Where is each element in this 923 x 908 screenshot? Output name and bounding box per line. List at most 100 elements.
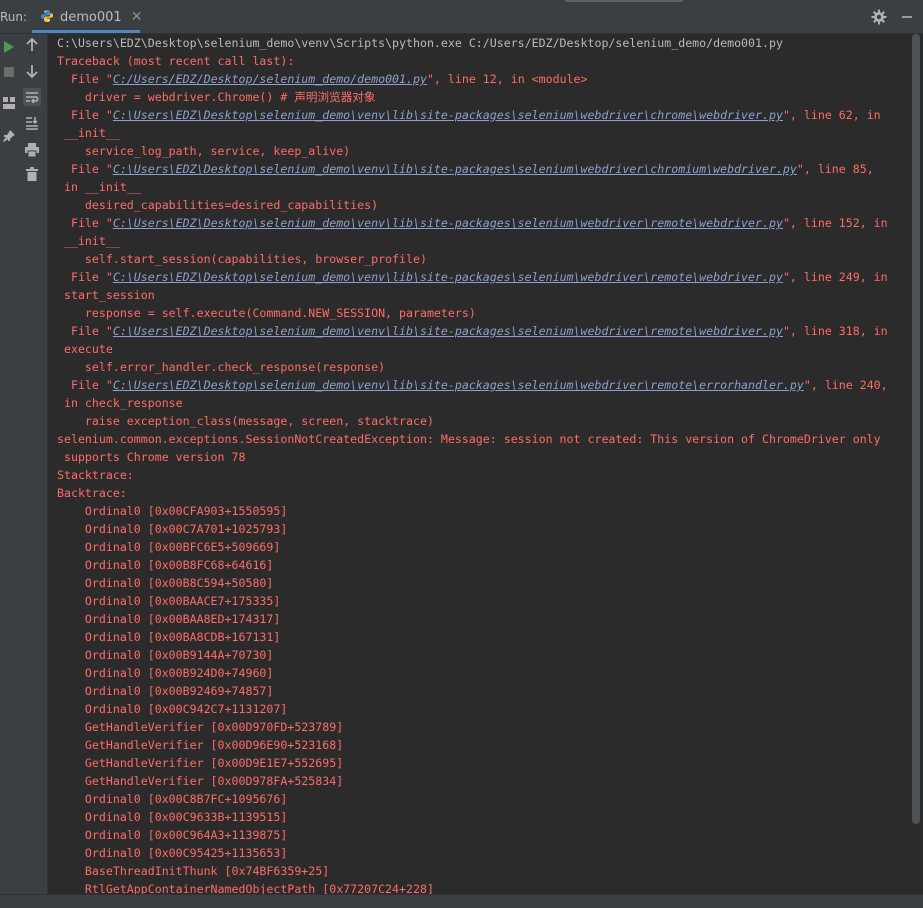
console-line: in __init__ xyxy=(57,178,910,196)
console-text: execute xyxy=(57,342,113,356)
console-line: Stacktrace: xyxy=(57,466,910,484)
print-icon[interactable] xyxy=(23,141,41,159)
console-line: File "C:\Users\EDZ\Desktop\selenium_demo… xyxy=(57,106,910,124)
console-line: Ordinal0 [0x00C964A3+1139875] xyxy=(57,826,910,844)
file-path-link[interactable]: C:\Users\EDZ\Desktop\selenium_demo\venv\… xyxy=(113,324,783,338)
console-line: RtlGetAppContainerNamedObjectPath [0x772… xyxy=(57,880,910,894)
file-path-link[interactable]: C:\Users\EDZ\Desktop\selenium_demo\venv\… xyxy=(113,378,804,392)
console-text: ", line 240, xyxy=(803,378,888,392)
file-path-link[interactable]: C:\Users\EDZ\Desktop\selenium_demo\venv\… xyxy=(113,270,783,284)
console-line: Ordinal0 [0x00C95425+1135653] xyxy=(57,844,910,862)
console-text: Ordinal0 [0x00C95425+1135653] xyxy=(57,846,288,860)
console-text: GetHandleVerifier [0x00D9E1E7+552695] xyxy=(57,756,344,770)
console-text: Ordinal0 [0x00CFA903+1550595] xyxy=(57,504,288,518)
console-line: Ordinal0 [0x00BA8CDB+167131] xyxy=(57,628,910,646)
console-text: File " xyxy=(57,162,113,176)
console-text: Backtrace: xyxy=(57,486,127,500)
soft-wrap-icon[interactable] xyxy=(23,88,41,106)
console-line: __init__ xyxy=(57,124,910,142)
console-text: Ordinal0 [0x00B92469+74857] xyxy=(57,684,274,698)
gear-icon[interactable] xyxy=(871,9,887,25)
console-line: GetHandleVerifier [0x00D978FA+525834] xyxy=(57,772,910,790)
console-text: ", line 62, in xyxy=(782,108,881,122)
console-line: Ordinal0 [0x00BAA8ED+174317] xyxy=(57,610,910,628)
run-actions-toolbar xyxy=(0,34,19,894)
console-text: Ordinal0 [0x00B9144A+70730] xyxy=(57,648,274,662)
console-text: raise exception_class(message, screen, s… xyxy=(57,414,434,428)
close-icon[interactable]: ✕ xyxy=(131,9,143,25)
console-line: start_session xyxy=(57,286,910,304)
console-line: self.error_handler.check_response(respon… xyxy=(57,358,910,376)
scrollbar-thumb[interactable] xyxy=(912,34,920,824)
console-toolbar xyxy=(18,34,48,894)
minimize-icon[interactable] xyxy=(902,16,912,18)
console-line: Ordinal0 [0x00C9633B+1139515] xyxy=(57,808,910,826)
pin-icon[interactable] xyxy=(0,127,18,145)
console-text: Ordinal0 [0x00C942C7+1131207] xyxy=(57,702,288,716)
console-text: File " xyxy=(57,270,113,284)
run-header: Run: demo001 ✕ xyxy=(0,0,923,34)
console-text: __init__ xyxy=(57,126,120,140)
console-line: File "C:\Users\EDZ\Desktop\selenium_demo… xyxy=(57,376,910,394)
console-text: __init__ xyxy=(57,234,120,248)
file-path-link[interactable]: C:\Users\EDZ\Desktop\selenium_demo\venv\… xyxy=(113,162,797,176)
tab-label: demo001 xyxy=(60,9,122,25)
play-icon[interactable] xyxy=(0,38,18,56)
file-path-link[interactable]: C:\Users\EDZ\Desktop\selenium_demo\venv\… xyxy=(113,216,783,230)
console-line: File "C:/Users/EDZ/Desktop/selenium_demo… xyxy=(57,70,910,88)
ide-run-window: Run: demo001 ✕ C:\Users\EDZ\Desktop\sele… xyxy=(0,0,923,908)
console-text: selenium.common.exceptions.SessionNotCre… xyxy=(57,432,881,446)
console-line: File "C:\Users\EDZ\Desktop\selenium_demo… xyxy=(57,214,910,232)
python-icon xyxy=(40,8,54,27)
console-text: Traceback (most recent call last): xyxy=(57,54,295,68)
console-line: supports Chrome version 78 xyxy=(57,448,910,466)
console-text: self.error_handler.check_response(respon… xyxy=(57,360,386,374)
console-text: Stacktrace: xyxy=(57,468,134,482)
file-path-link[interactable]: C:/Users/EDZ/Desktop/selenium_demo/demo0… xyxy=(113,72,427,86)
console-text: ", line 12, in <module> xyxy=(426,72,588,86)
console-text: desired_capabilities=desired_capabilitie… xyxy=(57,198,379,212)
console-text: in __init__ xyxy=(57,180,141,194)
console-output[interactable]: C:\Users\EDZ\Desktop\selenium_demo\venv\… xyxy=(48,34,910,894)
console-text: File " xyxy=(57,378,113,392)
console-line: Ordinal0 [0x00B924D0+74960] xyxy=(57,664,910,682)
console-line: Backtrace: xyxy=(57,484,910,502)
console-text: response = self.execute(Command.NEW_SESS… xyxy=(57,306,476,320)
arrow-up-icon[interactable] xyxy=(23,36,41,54)
console-line: GetHandleVerifier [0x00D96E90+523168] xyxy=(57,736,910,754)
trash-icon[interactable] xyxy=(23,165,41,183)
console-text: BaseThreadInitThunk [0x74BF6359+25] xyxy=(57,864,330,878)
console-text: Ordinal0 [0x00BAA8ED+174317] xyxy=(57,612,281,626)
console-text: Ordinal0 [0x00BAACE7+175335] xyxy=(57,594,281,608)
console-line: GetHandleVerifier [0x00D9E1E7+552695] xyxy=(57,754,910,772)
scroll-to-end-icon[interactable] xyxy=(23,114,41,132)
top-progress-indicator xyxy=(565,0,683,2)
layout-icon[interactable] xyxy=(0,94,18,112)
console-line: Ordinal0 [0x00C942C7+1131207] xyxy=(57,700,910,718)
console-text: Ordinal0 [0x00B924D0+74960] xyxy=(57,666,274,680)
vertical-scrollbar[interactable] xyxy=(910,34,923,894)
console-text: RtlGetAppContainerNamedObjectPath [0x772… xyxy=(57,882,434,894)
console-text: ", line 318, in xyxy=(782,324,888,338)
console-text: ", line 249, in xyxy=(782,270,888,284)
console-text: ", line 152, in xyxy=(782,216,888,230)
run-label: Run: xyxy=(0,10,28,24)
console-line: Traceback (most recent call last): xyxy=(57,52,910,70)
console-line: BaseThreadInitThunk [0x74BF6359+25] xyxy=(57,862,910,880)
console-line: raise exception_class(message, screen, s… xyxy=(57,412,910,430)
console-line: Ordinal0 [0x00B92469+74857] xyxy=(57,682,910,700)
console-line: Ordinal0 [0x00BAACE7+175335] xyxy=(57,592,910,610)
console-line: Ordinal0 [0x00C7A701+1025793] xyxy=(57,520,910,538)
console-line: C:\Users\EDZ\Desktop\selenium_demo\venv\… xyxy=(57,34,910,52)
console-text: supports Chrome version 78 xyxy=(57,450,246,464)
console-text: File " xyxy=(57,72,113,86)
stop-icon[interactable] xyxy=(0,63,18,81)
console-text: Ordinal0 [0x00BA8CDB+167131] xyxy=(57,630,281,644)
console-text: start_session xyxy=(57,288,155,302)
arrow-down-icon[interactable] xyxy=(23,62,41,80)
console-line: Ordinal0 [0x00CFA903+1550595] xyxy=(57,502,910,520)
file-path-link[interactable]: C:\Users\EDZ\Desktop\selenium_demo\venv\… xyxy=(113,108,783,122)
tab-demo001[interactable]: demo001 ✕ xyxy=(32,4,143,33)
console-line: response = self.execute(Command.NEW_SESS… xyxy=(57,304,910,322)
console-text: service_log_path, service, keep_alive) xyxy=(57,144,351,158)
